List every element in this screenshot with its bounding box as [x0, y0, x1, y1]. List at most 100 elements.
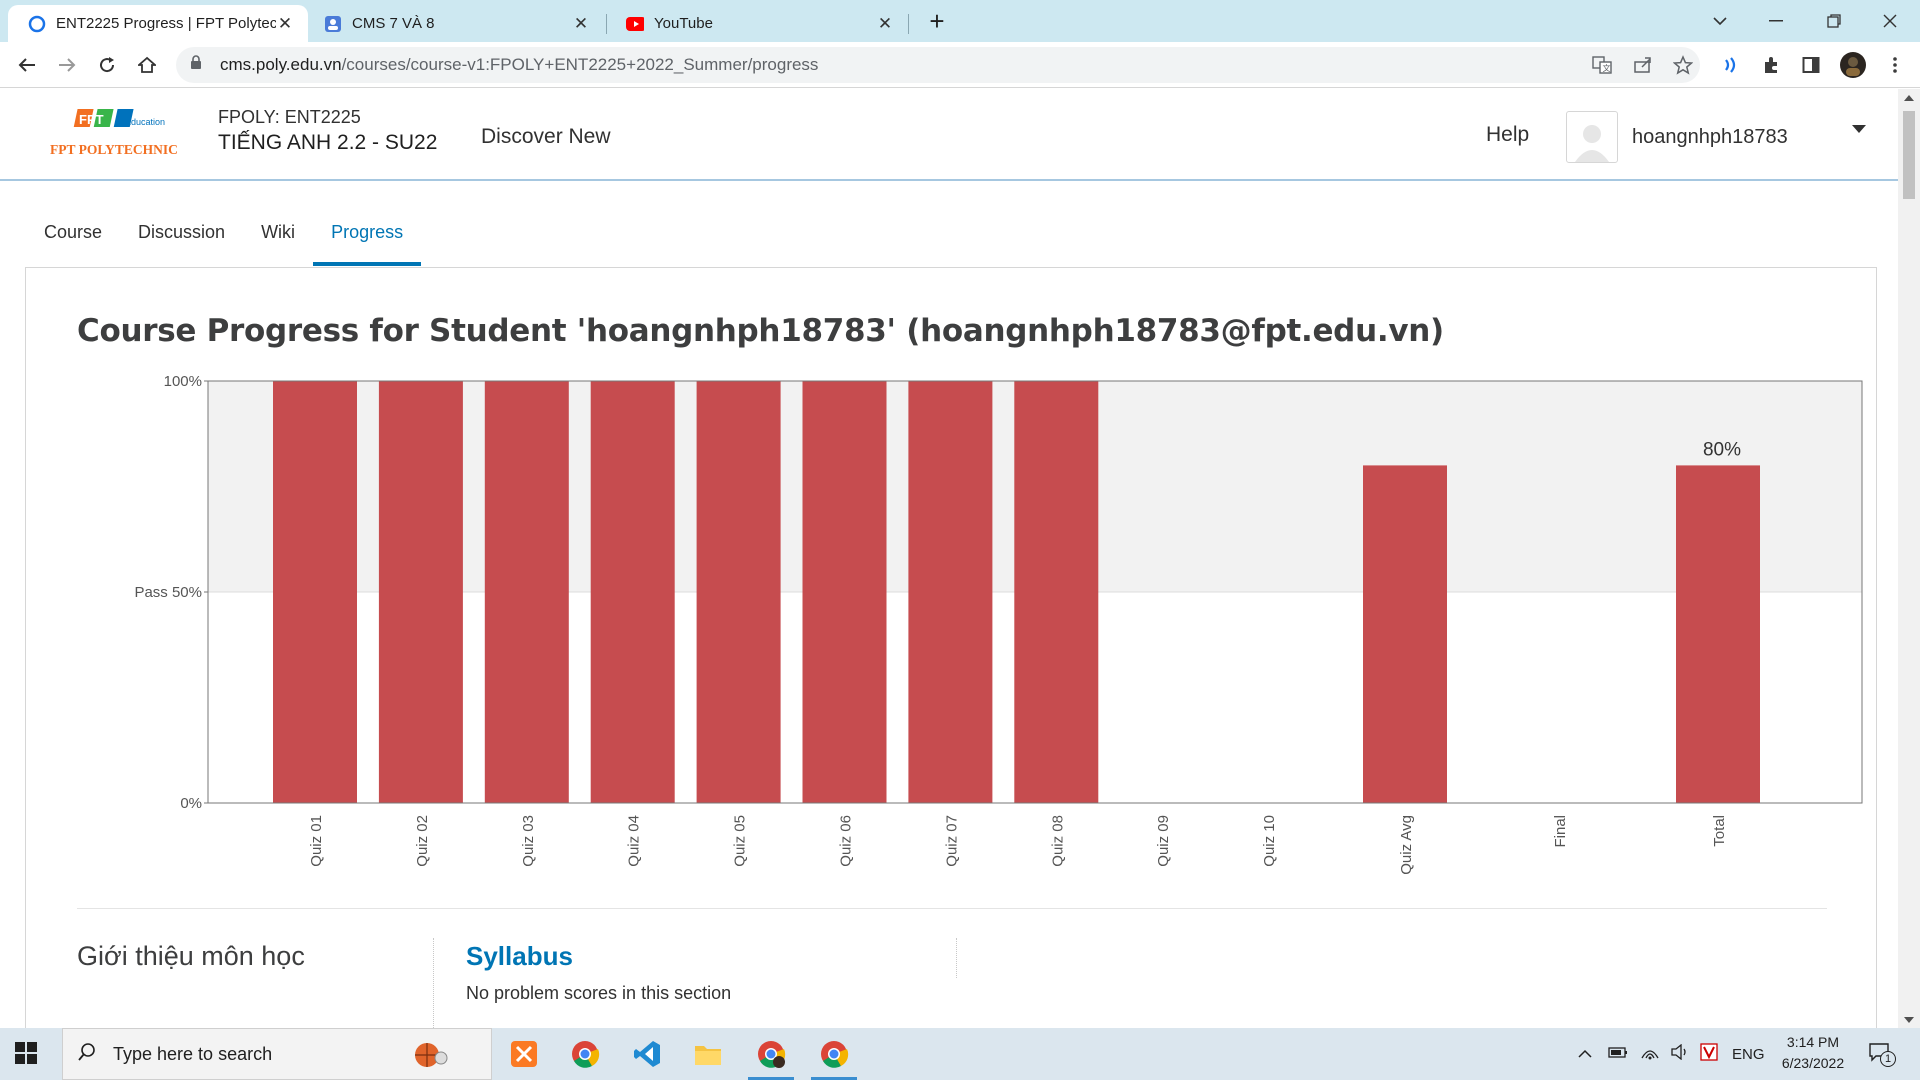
tab-title: YouTube	[654, 15, 713, 32]
back-arrow-icon[interactable]	[12, 50, 42, 80]
browser-tab-cms[interactable]: CMS 7 VÀ 8 ✕	[304, 5, 604, 42]
notification-center[interactable]: 1	[1868, 1028, 1896, 1080]
course-tabs: Course Discussion Wiki Progress	[26, 210, 422, 266]
page-scrollbar[interactable]	[1898, 89, 1920, 1029]
chrome-menu-icon[interactable]	[1880, 50, 1910, 80]
help-link[interactable]: Help	[1486, 123, 1529, 147]
progress-chart: Quiz 01 Quiz 02 Quiz 03 Quiz 04 Quiz 05 Quiz …	[134, 373, 1863, 875]
browser-tab-youtube[interactable]: YouTube ✕	[606, 5, 908, 42]
x-tick-label: Quiz 06	[838, 815, 855, 867]
close-window-button[interactable]	[1862, 0, 1918, 42]
user-menu[interactable]: hoangnhph18783	[1566, 111, 1876, 163]
vietkey-icon[interactable]	[1700, 1043, 1718, 1065]
restore-button[interactable]	[1806, 0, 1862, 42]
x-tick-label: Quiz 10	[1261, 815, 1278, 867]
share-icon[interactable]	[1628, 50, 1658, 80]
tab-progress[interactable]: Progress	[313, 210, 422, 266]
home-icon[interactable]	[132, 50, 162, 80]
fpt-polytechnic-logo[interactable]: FPT Education FPT POLYTECHNIC	[48, 107, 198, 167]
data-label: 80%	[1703, 439, 1741, 460]
username[interactable]: hoangnhph18783	[1632, 126, 1788, 149]
svg-text:文: 文	[1603, 63, 1611, 73]
profile-avatar-icon[interactable]	[1838, 50, 1868, 80]
forward-arrow-icon[interactable]	[52, 50, 82, 80]
lock-icon[interactable]	[190, 55, 210, 75]
x-tick-label: Quiz 02	[414, 815, 431, 867]
chrome-app-icon[interactable]	[556, 1028, 614, 1080]
minimize-button[interactable]	[1748, 0, 1804, 42]
notification-icon[interactable]: 1	[1868, 1041, 1896, 1067]
bar-quiz-08	[1014, 381, 1099, 803]
close-tab-icon[interactable]: ✕	[876, 14, 894, 34]
search-placeholder: Type here to search	[113, 1043, 273, 1064]
basketball-icon	[413, 1040, 449, 1075]
chevron-up-icon[interactable]	[1578, 1046, 1592, 1063]
scroll-up-icon[interactable]	[1904, 95, 1914, 101]
bar-quiz-07	[908, 381, 993, 803]
tab-wiki[interactable]: Wiki	[243, 210, 313, 266]
y-tick-label: 100%	[164, 373, 202, 390]
site-header: FPT Education FPT POLYTECHNIC FPOLY: ENT…	[0, 89, 1898, 181]
x-tick-label: Quiz 07	[943, 815, 960, 867]
divider	[77, 908, 1827, 909]
xampp-app-icon[interactable]	[495, 1028, 553, 1080]
course-org: FPOLY: ENT2225	[218, 107, 361, 127]
contacts-icon	[324, 15, 342, 33]
url-text: cms.poly.edu.vn/courses/course-v1:FPOLY+…	[220, 55, 818, 75]
bar-quiz-05	[696, 381, 781, 803]
tab-course[interactable]: Course	[26, 210, 120, 266]
x-tick-label: Quiz 05	[732, 815, 749, 867]
chrome-profile-app-icon[interactable]	[742, 1028, 800, 1080]
notification-badge: 1	[1880, 1051, 1896, 1067]
x-tick-label: Total	[1711, 815, 1728, 847]
scrollbar-thumb[interactable]	[1903, 111, 1915, 199]
bar-quiz-avg	[1363, 465, 1447, 803]
input-language[interactable]: ENG	[1732, 1046, 1765, 1063]
extensions-puzzle-icon[interactable]	[1756, 50, 1786, 80]
divider	[956, 938, 957, 978]
x-tick-label: Quiz 01	[308, 815, 325, 867]
y-tick-label: Pass 50%	[134, 584, 202, 601]
bookmark-star-icon[interactable]	[1668, 50, 1698, 80]
translate-icon[interactable]: 文	[1587, 50, 1617, 80]
side-panel-icon[interactable]	[1796, 50, 1826, 80]
fpt-logo-mark-text: FPT	[79, 112, 104, 127]
search-icon	[77, 1042, 97, 1067]
bar-quiz-03	[484, 381, 569, 803]
x-tick-label: Quiz Avg	[1398, 815, 1415, 875]
close-tab-icon[interactable]: ✕	[572, 14, 590, 34]
extension-audio-icon[interactable]	[1716, 50, 1746, 80]
bar-quiz-01	[273, 381, 357, 803]
course-name: TIẾNG ANH 2.2 - SU22	[218, 131, 438, 154]
chevron-down-icon[interactable]	[1852, 125, 1866, 133]
reload-icon[interactable]	[92, 50, 122, 80]
taskbar-search-box[interactable]: Type here to search	[62, 1028, 492, 1080]
taskbar-clock[interactable]: 3:14 PM 6/23/2022	[1768, 1032, 1858, 1074]
subsection-syllabus-link[interactable]: Syllabus	[466, 941, 573, 972]
url-path: /courses/course-v1:FPOLY+ENT2225+2022_Su…	[341, 55, 819, 74]
tab-discussion[interactable]: Discussion	[120, 210, 243, 266]
vscode-app-icon[interactable]	[618, 1028, 676, 1080]
volume-icon[interactable]	[1670, 1043, 1690, 1064]
wifi-icon[interactable]	[1640, 1044, 1660, 1064]
chrome-active-app-icon[interactable]	[805, 1028, 863, 1080]
new-tab-button[interactable]: +	[923, 8, 951, 36]
bar-quiz-06	[802, 381, 887, 803]
x-tick-label: Quiz 04	[626, 815, 643, 867]
file-explorer-icon[interactable]	[679, 1028, 737, 1080]
bar-quiz-04	[590, 381, 675, 803]
battery-icon[interactable]	[1608, 1045, 1628, 1063]
address-bar[interactable]: cms.poly.edu.vn/courses/course-v1:FPOLY+…	[176, 47, 1700, 83]
avatar[interactable]	[1566, 111, 1618, 163]
x-tick-label: Quiz 09	[1155, 815, 1172, 867]
discover-new-link[interactable]: Discover New	[481, 125, 611, 149]
close-tab-icon[interactable]: ✕	[276, 14, 294, 34]
y-tick-label: 0%	[180, 795, 202, 812]
tab-title: CMS 7 VÀ 8	[352, 15, 435, 32]
scroll-down-icon[interactable]	[1904, 1017, 1914, 1023]
tab-search-button[interactable]	[1692, 0, 1748, 42]
clock-time: 3:14 PM	[1786, 1034, 1840, 1050]
windows-start-icon[interactable]	[14, 1041, 38, 1070]
windows-taskbar: Type here to search ENG 3:14 PM 6/23/202…	[0, 1028, 1920, 1080]
browser-tab-progress[interactable]: ENT2225 Progress | FPT Polytechn ✕	[8, 5, 308, 42]
